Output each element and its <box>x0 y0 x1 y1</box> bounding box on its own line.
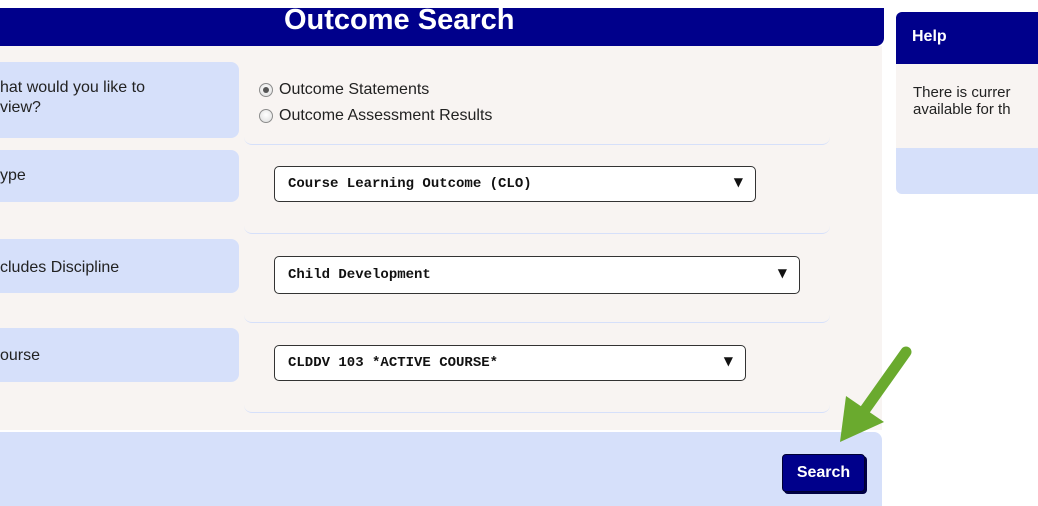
page-title: Outcome Search <box>284 4 515 36</box>
radio-checked-icon[interactable] <box>259 83 273 97</box>
search-footer <box>0 432 882 506</box>
radio-outcome-statements[interactable]: Outcome Statements <box>259 79 429 101</box>
chevron-down-icon: ▼ <box>723 354 733 368</box>
search-button[interactable]: Search <box>782 454 865 492</box>
discipline-select-value: Child Development <box>288 267 431 283</box>
help-text: There is currer available for th <box>913 84 1038 118</box>
view-label-line2: view? <box>0 99 41 116</box>
help-body: There is currer available for th <box>896 64 1038 148</box>
course-label-cell: ourse <box>0 328 239 382</box>
discipline-select[interactable]: Child Development ▼ <box>274 256 800 294</box>
type-label-cell: ype <box>0 150 239 202</box>
help-title: Help <box>912 28 947 45</box>
discipline-label-cell: cludes Discipline <box>0 239 239 293</box>
view-label-line1: hat would you like to <box>0 79 145 96</box>
radio-unchecked-icon[interactable] <box>259 109 273 123</box>
course-label: ourse <box>0 347 41 364</box>
type-label: ype <box>0 167 26 184</box>
help-text-line1: There is currer <box>913 84 1011 101</box>
course-select[interactable]: CLDDV 103 *ACTIVE COURSE* ▼ <box>274 345 746 381</box>
discipline-label: cludes Discipline <box>0 259 120 276</box>
radio-label-outcome-statements: Outcome Statements <box>279 81 430 98</box>
course-select-value: CLDDV 103 *ACTIVE COURSE* <box>288 355 499 371</box>
help-footer <box>896 148 1038 194</box>
view-label-cell: hat would you like to view? <box>0 62 239 138</box>
help-text-line2: available for th <box>913 101 1011 118</box>
view-options-cell <box>244 62 830 145</box>
outcome-search-header: Outcome Search <box>0 4 884 46</box>
green-arrow-icon <box>840 346 912 442</box>
page: Outcome Search hat would you like to vie… <box>0 0 1038 506</box>
type-select[interactable]: Course Learning Outcome (CLO) ▼ <box>274 166 756 202</box>
help-header: Help <box>896 12 1038 64</box>
chevron-down-icon: ▼ <box>733 175 743 189</box>
chevron-down-icon: ▼ <box>777 266 787 280</box>
type-select-value: Course Learning Outcome (CLO) <box>288 176 532 192</box>
radio-outcome-assessment-results[interactable]: Outcome Assessment Results <box>259 105 492 127</box>
radio-label-outcome-assessment-results: Outcome Assessment Results <box>279 107 493 124</box>
